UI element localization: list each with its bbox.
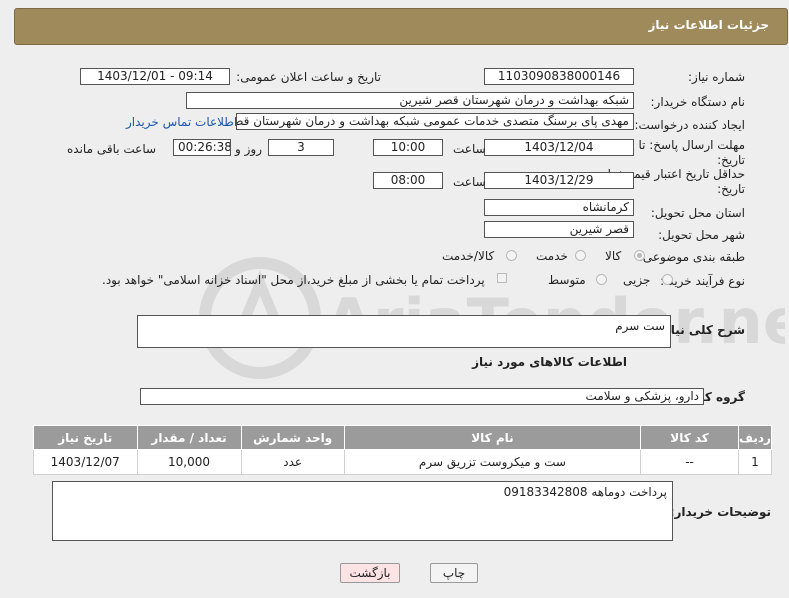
remaining-label: ساعت باقی مانده <box>67 142 157 156</box>
print-button[interactable]: چاپ <box>430 563 478 583</box>
category-label: طبقه بندی موضوعی: <box>638 250 745 264</box>
summary-label: شرح کلی نیاز: <box>659 323 745 337</box>
table-row[interactable]: 1403/12/07 10,000 عدد ست و میکروست تزریق… <box>33 449 773 475</box>
need-number-field[interactable]: 1103090838000146 <box>484 68 634 85</box>
city-field[interactable]: قصر شیرین <box>484 221 634 238</box>
category-service-radio[interactable] <box>575 250 586 261</box>
category-both-radio[interactable] <box>506 250 517 261</box>
buyer-notes-textarea[interactable]: پرداخت دوماهه 09183342808 <box>52 481 673 541</box>
payment-note: پرداخت تمام یا بخشی از مبلغ خرید،از محل … <box>102 273 485 287</box>
validity-time-field[interactable]: 08:00 <box>373 172 443 189</box>
col-unit-header: واحد شمارش <box>240 425 345 450</box>
process-label: نوع فرآیند خرید : <box>660 274 745 288</box>
cell-date: 1403/12/07 <box>33 449 138 475</box>
days-label: روز و <box>235 142 262 156</box>
process-medium-label: متوسط <box>548 273 586 287</box>
validity-date-field[interactable]: 1403/12/29 <box>484 172 634 189</box>
col-name-header: نام کالا <box>343 425 642 450</box>
back-button[interactable]: بازگشت <box>340 563 400 583</box>
col-code-header: کد کالا <box>640 425 739 450</box>
cell-code: -- <box>640 449 739 475</box>
buyer-org-label: نام دستگاه خریدار: <box>650 95 746 109</box>
category-service-label: خدمت <box>536 249 568 263</box>
need-number-label: شماره نیاز: <box>688 70 745 84</box>
summary-textarea[interactable]: ست سرم <box>137 315 671 348</box>
goods-info-title: اطلاعات کالاهای مورد نیاز <box>472 355 627 369</box>
buyer-notes-label: توضیحات خریدار: <box>669 505 771 519</box>
treasury-payment-checkbox[interactable] <box>497 273 507 283</box>
cell-unit: عدد <box>240 449 345 475</box>
buyer-org-field[interactable]: شبکه بهداشت و درمان شهرستان قصر شیرین <box>186 92 634 109</box>
announce-field[interactable]: 1403/12/01 - 09:14 <box>80 68 230 85</box>
creator-label: ایجاد کننده درخواست: <box>634 118 745 132</box>
days-field[interactable]: 3 <box>268 139 334 156</box>
goods-group-field[interactable]: دارو، پزشکی و سلامت <box>140 388 704 405</box>
announce-label: تاریخ و ساعت اعلان عمومی: <box>236 70 381 84</box>
validity-time-label: ساعت <box>453 175 486 189</box>
province-label: استان محل تحویل: <box>650 206 745 220</box>
deadline-time-field[interactable]: 10:00 <box>373 139 443 156</box>
category-both-label: کالا/خدمت <box>442 249 495 263</box>
col-date-header: تاریخ نیاز <box>33 425 138 450</box>
deadline-date-field[interactable]: 1403/12/04 <box>484 139 634 156</box>
category-goods-label: کالا <box>605 249 622 263</box>
process-minor-label: جزیی <box>623 273 651 287</box>
category-goods-radio[interactable] <box>634 250 645 261</box>
city-label: شهر محل تحویل: <box>658 228 745 242</box>
province-field[interactable]: کرمانشاه <box>484 199 634 216</box>
creator-field[interactable]: مهدی پای برسنگ متصدی خدمات عمومی شبکه به… <box>236 113 634 130</box>
process-minor-radio[interactable] <box>662 274 673 285</box>
deadline-time-label: ساعت <box>453 142 486 156</box>
page-header: جزئیات اطلاعات نیاز <box>14 8 788 45</box>
remaining-time-field[interactable]: 00:26:38 <box>173 139 231 156</box>
col-qty-header: تعداد / مقدار <box>136 425 242 450</box>
cell-row: 1 <box>737 449 773 475</box>
process-medium-radio[interactable] <box>596 274 607 285</box>
page-title: جزئیات اطلاعات نیاز <box>648 18 769 32</box>
col-row-header: ردیف <box>737 425 773 450</box>
items-table: تاریخ نیاز تعداد / مقدار واحد شمارش نام … <box>33 425 773 475</box>
deadline-label: مهلت ارسال پاسخ: تا تاریخ: <box>638 138 745 167</box>
table-header-row: تاریخ نیاز تعداد / مقدار واحد شمارش نام … <box>33 425 773 450</box>
buyer-contact-link[interactable]: اطلاعات تماس خریدار <box>126 115 237 129</box>
cell-qty: 10,000 <box>136 449 242 475</box>
cell-name: ست و میکروست تزریق سرم <box>343 449 642 475</box>
